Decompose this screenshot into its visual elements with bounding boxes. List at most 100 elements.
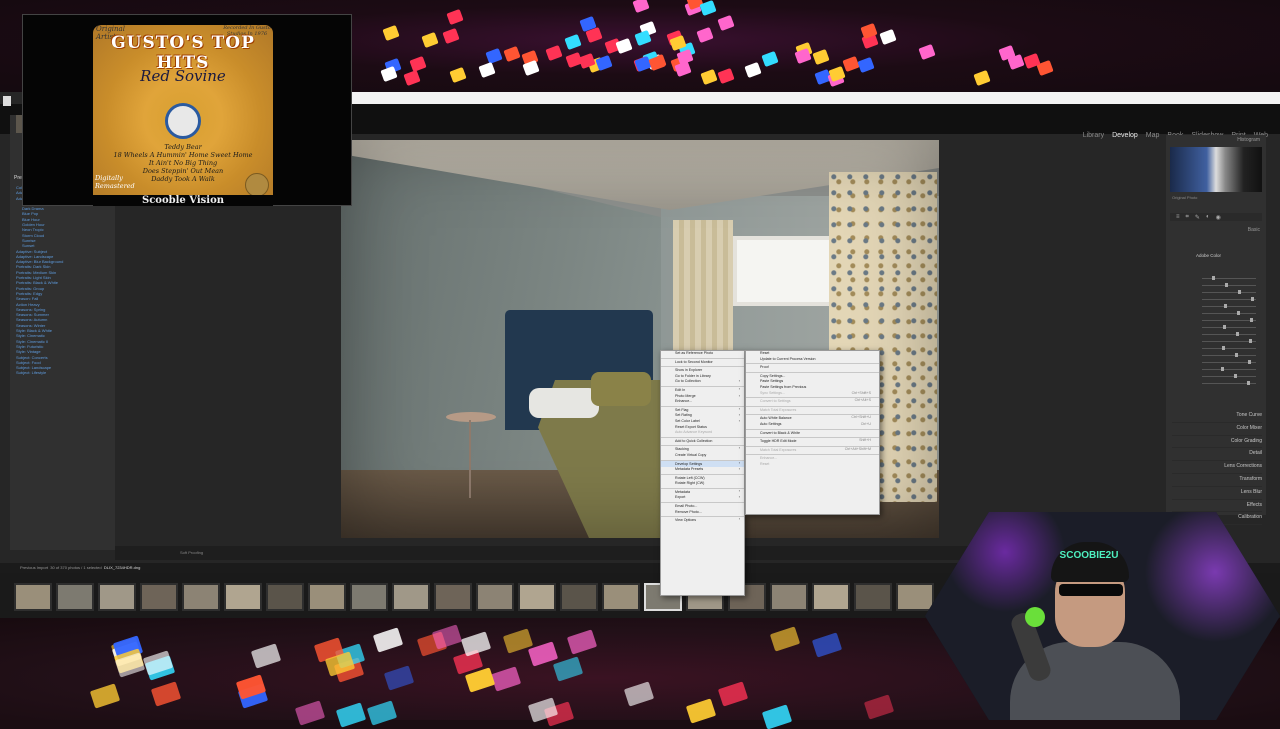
filmstrip-thumbnail[interactable] xyxy=(266,583,304,611)
filmstrip-thumbnail[interactable] xyxy=(518,583,556,611)
menu-item[interactable]: Auto White Balance Ctrl+Shift+U xyxy=(746,414,879,422)
develop-slider[interactable] xyxy=(1172,373,1260,380)
module-library[interactable]: Library xyxy=(1081,132,1106,139)
menu-item-label: Remove Photo... xyxy=(675,509,702,514)
menu-item[interactable]: Email Photo... xyxy=(661,502,744,510)
panel-header-color-mixer[interactable]: Color Mixer xyxy=(1172,423,1262,436)
filmstrip-source[interactable]: Previous Import xyxy=(20,565,48,570)
menu-item[interactable]: Metadata Presets › xyxy=(661,467,744,473)
develop-slider[interactable] xyxy=(1172,282,1260,289)
submenu-arrow-icon: › xyxy=(738,460,740,465)
album-artist: Red Sovine xyxy=(140,67,226,85)
filmstrip-thumbnail[interactable] xyxy=(14,583,52,611)
panel-header-color-grading[interactable]: Color Grading xyxy=(1172,436,1262,449)
menu-item[interactable]: Remove Photo... xyxy=(661,510,744,516)
menu-item[interactable]: Rotate Right (CW) xyxy=(661,481,744,487)
filmstrip-thumbnail[interactable] xyxy=(896,583,934,611)
develop-slider[interactable] xyxy=(1172,296,1260,303)
window-scroll-handle[interactable] xyxy=(3,96,11,106)
filmstrip-thumbnail[interactable] xyxy=(98,583,136,611)
menu-item-label: Auto Settings xyxy=(760,421,782,426)
menu-item[interactable]: Proof xyxy=(746,363,879,371)
menu-item[interactable]: Update to Current Process Version xyxy=(746,357,879,363)
menu-item[interactable]: Add to Quick Collection xyxy=(661,436,744,445)
filmstrip-thumbnail[interactable] xyxy=(140,583,178,611)
develop-slider[interactable] xyxy=(1172,310,1260,317)
menu-item[interactable]: Set as Reference Photo xyxy=(661,351,744,357)
menu-item[interactable]: Develop Settings › xyxy=(661,459,744,468)
filmstrip-thumbnail[interactable] xyxy=(434,583,472,611)
menu-item[interactable]: Create Virtual Copy xyxy=(661,453,744,459)
develop-slider[interactable] xyxy=(1172,289,1260,296)
panel-header-tone-curve[interactable]: Tone Curve xyxy=(1172,410,1262,423)
menu-item-label: Go to Folder in Library xyxy=(675,373,711,378)
menu-item[interactable]: Copy Settings... xyxy=(746,371,879,380)
panel-header-transform[interactable]: Transform xyxy=(1172,474,1262,487)
menu-item: Convert to Settings Ctrl+Alt+S xyxy=(746,397,879,405)
redeye-icon[interactable]: ◉ xyxy=(1216,214,1221,221)
soft-proofing-toggle[interactable]: Soft Proofing xyxy=(180,550,203,555)
crop-icon[interactable]: ⌗ xyxy=(1186,214,1189,220)
filmstrip-thumbnail[interactable] xyxy=(812,583,850,611)
filmstrip-thumbnail[interactable] xyxy=(224,583,262,611)
filmstrip-thumbnail[interactable] xyxy=(182,583,220,611)
filmstrip-thumbnail[interactable] xyxy=(392,583,430,611)
filmstrip-thumbnail[interactable] xyxy=(56,583,94,611)
develop-slider[interactable] xyxy=(1172,317,1260,324)
menu-item[interactable]: Go to Collection › xyxy=(661,379,744,385)
menu-item[interactable]: View Options › xyxy=(661,516,744,524)
develop-slider[interactable] xyxy=(1172,359,1260,366)
menu-item[interactable]: Convert to Black & White xyxy=(746,428,879,437)
develop-slider[interactable] xyxy=(1172,380,1260,387)
menu-item[interactable]: Show in Explorer xyxy=(661,366,744,374)
panel-header-effects[interactable]: Effects xyxy=(1172,500,1262,513)
filmstrip-thumbnail[interactable] xyxy=(770,583,808,611)
menu-item[interactable]: Stacking › xyxy=(661,445,744,453)
webcam-overlay: SCOOBIE2U xyxy=(925,512,1280,720)
menu-item: Sync Settings... Ctrl+Shift+S xyxy=(746,391,879,397)
menu-item[interactable]: Rotate Left (CCW) xyxy=(661,473,744,482)
menu-item[interactable]: Enhance... xyxy=(661,399,744,405)
edit-icon[interactable]: ≡ xyxy=(1176,214,1180,220)
menu-item-label: Show in Explorer xyxy=(675,368,703,373)
heal-icon[interactable]: ✎ xyxy=(1195,214,1200,221)
develop-slider[interactable] xyxy=(1172,352,1260,359)
module-develop[interactable]: Develop xyxy=(1110,132,1140,139)
panel-header-lens-corrections[interactable]: Lens Corrections xyxy=(1172,461,1262,474)
filmstrip-thumbnail[interactable] xyxy=(854,583,892,611)
menu-shortcut: Ctrl+U xyxy=(860,421,871,426)
menu-item[interactable]: Lock to Second Monitor xyxy=(661,357,744,366)
module-map[interactable]: Map xyxy=(1144,132,1162,139)
profile-select[interactable]: Adobe Color xyxy=(1196,253,1221,258)
filmstrip-thumbnail[interactable] xyxy=(476,583,514,611)
filmstrip-filename: DLIX_7234HDR.dng xyxy=(103,565,141,570)
develop-slider[interactable] xyxy=(1172,331,1260,338)
filmstrip-thumbnail[interactable] xyxy=(350,583,388,611)
menu-item-label: Stacking xyxy=(675,447,689,452)
basic-panel-title[interactable]: Basic xyxy=(1248,227,1260,233)
panel-header-detail[interactable]: Detail xyxy=(1172,448,1262,462)
menu-item[interactable]: Set Flag › xyxy=(661,405,744,414)
album-coin-logo xyxy=(245,173,269,197)
menu-item-label: Lock to Second Monitor xyxy=(675,359,713,364)
develop-slider[interactable] xyxy=(1172,303,1260,310)
develop-slider[interactable] xyxy=(1172,338,1260,345)
develop-slider[interactable] xyxy=(1172,345,1260,352)
develop-slider[interactable] xyxy=(1172,366,1260,373)
mask-icon[interactable]: ◐ xyxy=(1206,214,1210,220)
window-title-bar xyxy=(350,92,1280,104)
histogram-title[interactable]: Histogram xyxy=(1237,137,1260,143)
develop-slider[interactable] xyxy=(1172,324,1260,331)
menu-item[interactable]: Toggle HDR Edit Mode Shift+H xyxy=(746,437,879,445)
menu-item: Reset xyxy=(746,462,879,468)
filmstrip-thumbnail[interactable] xyxy=(308,583,346,611)
filmstrip-thumbnail[interactable] xyxy=(602,583,640,611)
menu-item[interactable]: Edit In › xyxy=(661,385,744,394)
panel-header-lens-blur[interactable]: Lens Blur xyxy=(1172,487,1262,500)
menu-item[interactable]: Export › xyxy=(661,495,744,501)
preset-item[interactable]: Subject: Lifestyle xyxy=(16,370,111,375)
develop-slider[interactable] xyxy=(1172,275,1260,282)
filmstrip-thumbnail[interactable] xyxy=(560,583,598,611)
menu-item[interactable]: Auto Settings Ctrl+U xyxy=(746,422,879,428)
menu-item[interactable]: Metadata › xyxy=(661,487,744,496)
